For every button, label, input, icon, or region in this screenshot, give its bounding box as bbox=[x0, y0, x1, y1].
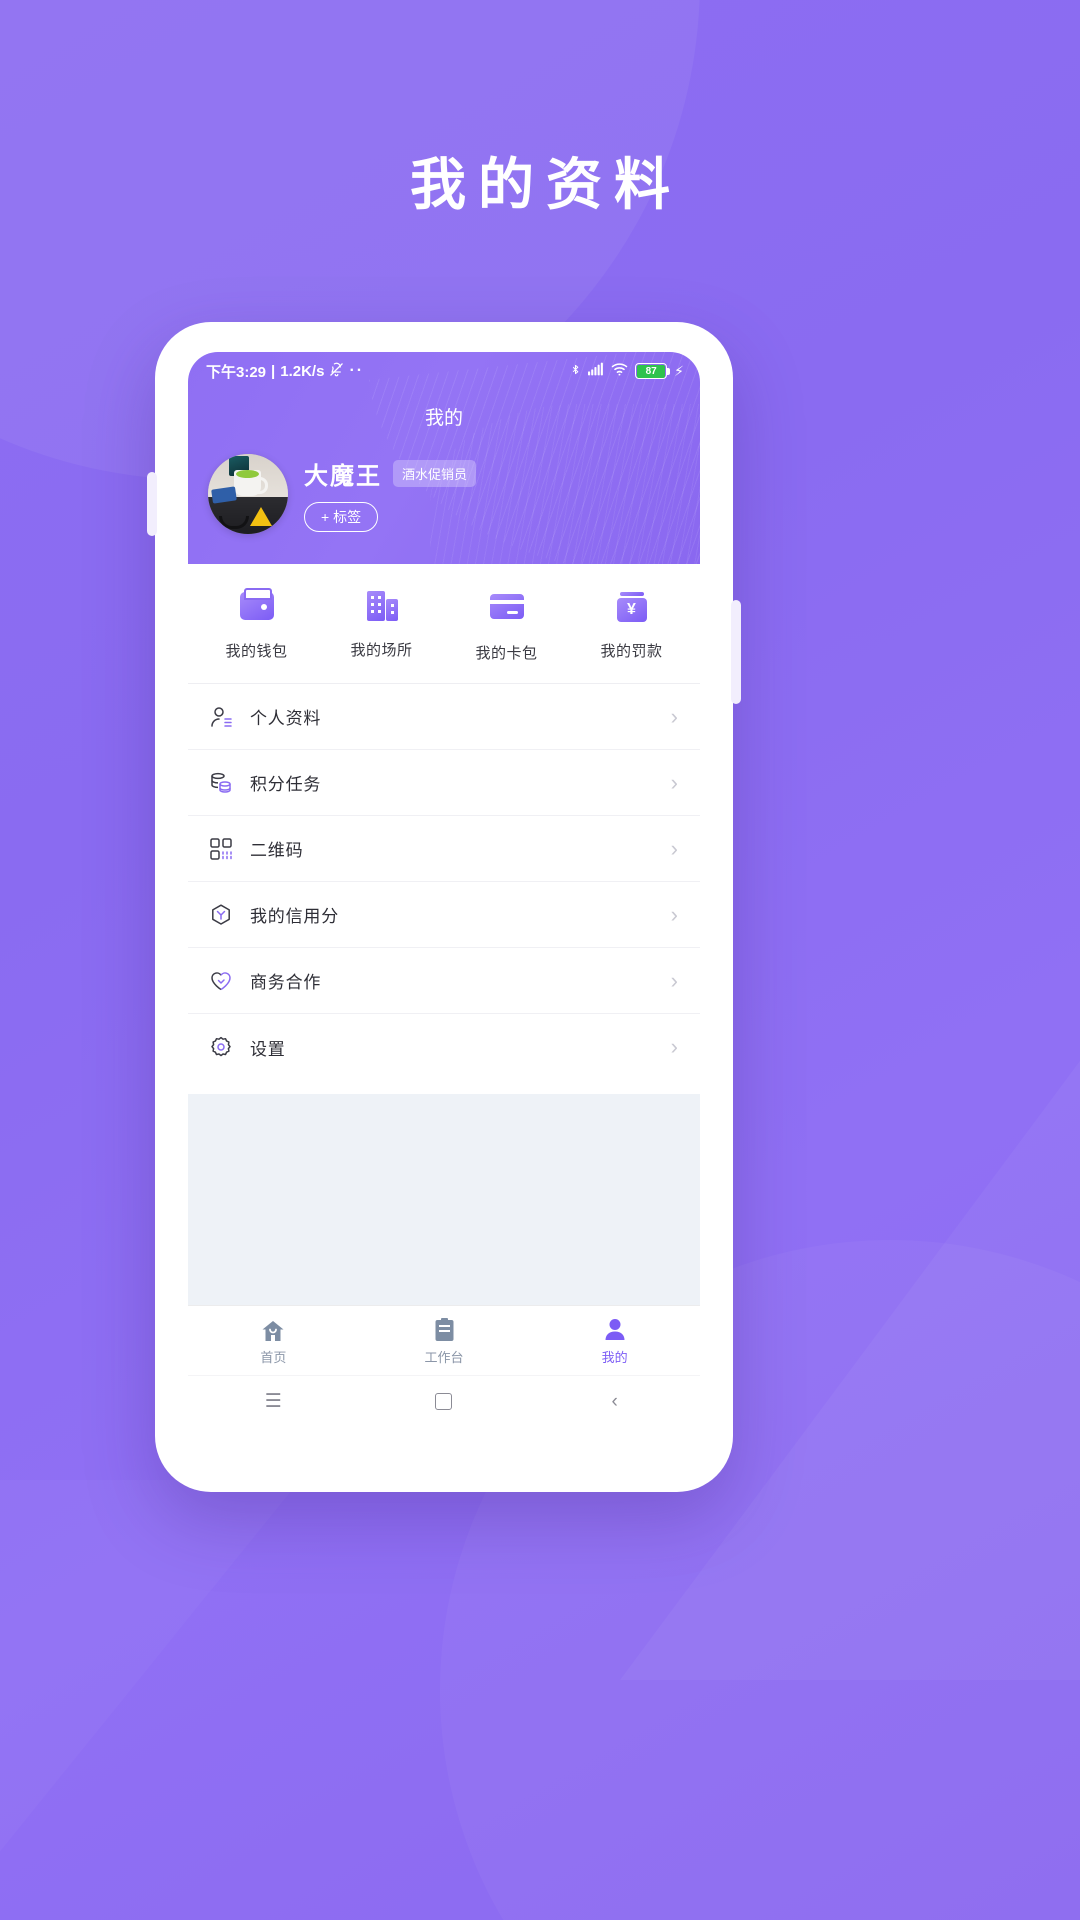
chevron-right-icon: › bbox=[670, 901, 678, 927]
quick-action-wallet[interactable]: 我的钱包 bbox=[194, 588, 319, 663]
bluetooth-icon bbox=[570, 362, 581, 381]
quick-action-label: 我的卡包 bbox=[475, 645, 538, 662]
add-tag-button[interactable]: + 标签 bbox=[304, 502, 379, 532]
status-bar: 下午3:29 | 1.2K/s ·· 87 ⚡ bbox=[188, 352, 700, 390]
hexagon-credit-icon bbox=[206, 900, 236, 930]
person-profile-icon bbox=[206, 702, 236, 732]
quick-actions-row: 我的钱包 我的场所 我的卡包 ¥ 我的罚款 bbox=[188, 564, 700, 684]
qr-code-icon bbox=[206, 834, 236, 864]
tab-home[interactable]: 首页 bbox=[188, 1316, 359, 1366]
android-home-button[interactable] bbox=[416, 1383, 472, 1421]
android-menu-button[interactable]: ☰ bbox=[245, 1383, 301, 1421]
cellular-signal-icon bbox=[588, 362, 604, 380]
building-icon bbox=[364, 591, 400, 627]
menu-item-settings[interactable]: 设置 › bbox=[188, 1014, 700, 1080]
gear-icon bbox=[206, 1032, 236, 1062]
quick-action-cards[interactable]: 我的卡包 bbox=[444, 588, 569, 663]
menu-list: 个人资料 › 积分任务 › 二维码 › 我的信用分 › 商务合作 › 设置 › bbox=[188, 684, 700, 1080]
status-time: 下午3:29 bbox=[206, 363, 267, 381]
empty-content-area bbox=[188, 1094, 700, 1305]
profile-name-row: 大魔王 酒水促销员 bbox=[304, 456, 477, 491]
quick-action-fines[interactable]: ¥ 我的罚款 bbox=[569, 588, 694, 663]
bell-muted-icon bbox=[329, 362, 344, 381]
avatar-detail-card bbox=[211, 485, 237, 504]
page-title: 我的资料 bbox=[410, 153, 682, 218]
menu-item-label: 个人资料 bbox=[250, 709, 322, 728]
bottom-tab-bar: 首页 工作台 我的 bbox=[188, 1305, 700, 1375]
wifi-icon bbox=[611, 362, 628, 380]
app-nav-title: 我的 bbox=[424, 408, 463, 429]
chevron-right-icon: › bbox=[670, 1034, 678, 1059]
menu-item-label: 设置 bbox=[250, 1039, 286, 1059]
chevron-right-icon: › bbox=[670, 703, 678, 729]
person-icon bbox=[529, 1316, 700, 1342]
phone-mockup: 下午3:29 | 1.2K/s ·· 87 ⚡ 我的 大魔王 酒水促销员 + 标… bbox=[147, 322, 741, 1492]
heart-handshake-icon bbox=[206, 966, 236, 996]
avatar-detail-mug bbox=[234, 470, 269, 496]
menu-item-personal-profile[interactable]: 个人资料 › bbox=[188, 684, 700, 750]
decorative-triangle-left bbox=[0, 1480, 300, 1920]
yuan-fine-icon: ¥ bbox=[614, 592, 650, 628]
menu-item-label: 积分任务 bbox=[250, 775, 322, 794]
quick-action-venues[interactable]: 我的场所 bbox=[319, 588, 444, 663]
phone-side-button-left bbox=[147, 472, 157, 536]
app-header: 下午3:29 | 1.2K/s ·· 87 ⚡ 我的 大魔王 酒水促销员 + 标… bbox=[188, 352, 700, 564]
menu-item-credit-score[interactable]: 我的信用分 › bbox=[188, 882, 700, 948]
tab-label: 首页 bbox=[260, 1350, 287, 1365]
menu-item-label: 我的信用分 bbox=[250, 907, 339, 926]
status-bar-right: 87 ⚡ bbox=[570, 362, 684, 381]
home-icon bbox=[188, 1316, 359, 1342]
wallet-icon bbox=[239, 588, 275, 628]
more-dots-icon: ·· bbox=[349, 362, 365, 379]
status-bar-left: 下午3:29 | 1.2K/s ·· bbox=[206, 361, 364, 382]
phone-screen: 下午3:29 | 1.2K/s ·· 87 ⚡ 我的 大魔王 酒水促销员 + 标… bbox=[188, 352, 700, 1427]
status-separator: | bbox=[271, 362, 276, 380]
status-network-speed: 1.2K/s bbox=[280, 362, 325, 380]
profile-section: 大魔王 酒水促销员 + 标签 bbox=[188, 440, 700, 564]
charging-bolt-icon: ⚡ bbox=[674, 362, 684, 379]
android-back-button[interactable]: ‹ bbox=[587, 1383, 643, 1421]
role-badge: 酒水促销员 bbox=[393, 460, 477, 487]
tab-label: 工作台 bbox=[424, 1350, 464, 1365]
quick-action-label: 我的钱包 bbox=[225, 643, 288, 660]
quick-action-label: 我的罚款 bbox=[600, 643, 663, 660]
menu-item-business-cooperation[interactable]: 商务合作 › bbox=[188, 948, 700, 1014]
battery-level: 87 bbox=[637, 364, 666, 378]
chevron-right-icon: › bbox=[670, 967, 678, 993]
tab-workbench[interactable]: 工作台 bbox=[359, 1316, 530, 1366]
menu-item-label: 二维码 bbox=[250, 841, 304, 860]
menu-item-points-tasks[interactable]: 积分任务 › bbox=[188, 750, 700, 816]
battery-indicator: 87 bbox=[635, 363, 671, 379]
tab-mine[interactable]: 我的 bbox=[529, 1316, 700, 1366]
chevron-right-icon: › bbox=[670, 769, 678, 795]
clipboard-icon bbox=[359, 1316, 530, 1342]
avatar-detail-warning bbox=[249, 507, 272, 526]
chevron-right-icon: › bbox=[670, 835, 678, 861]
quick-action-label: 我的场所 bbox=[350, 642, 413, 659]
card-icon bbox=[489, 594, 525, 630]
tab-label: 我的 bbox=[601, 1350, 628, 1365]
database-points-icon bbox=[206, 768, 236, 798]
android-navigation-bar: ☰ ‹ bbox=[188, 1375, 700, 1427]
user-name: 大魔王 bbox=[304, 463, 382, 490]
profile-info: 大魔王 酒水促销员 + 标签 bbox=[304, 456, 477, 532]
menu-item-qr-code[interactable]: 二维码 › bbox=[188, 816, 700, 882]
menu-item-label: 商务合作 bbox=[250, 973, 322, 992]
avatar[interactable] bbox=[208, 454, 288, 534]
phone-side-button-right bbox=[731, 600, 741, 704]
